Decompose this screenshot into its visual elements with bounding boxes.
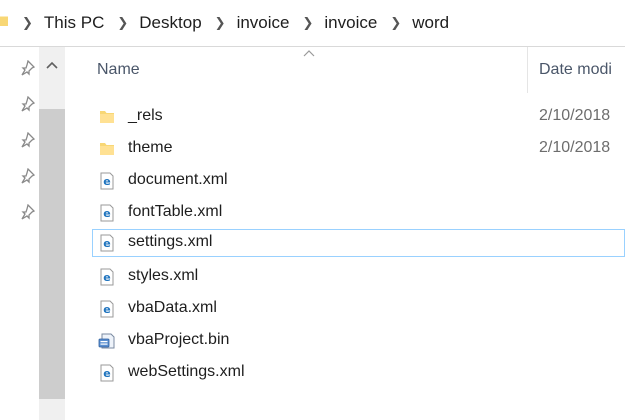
svg-text:e: e [103, 175, 110, 188]
file-name: theme [128, 139, 173, 156]
file-name: _rels [128, 107, 163, 124]
scroll-up-button[interactable] [39, 55, 65, 75]
file-row-settings-xml[interactable]: e settings.xml [92, 229, 625, 257]
file-row-vbadata-xml[interactable]: e vbaData.xml [92, 295, 625, 323]
svg-text:e: e [103, 271, 110, 284]
file-row-vbaproject-bin[interactable]: vbaProject.bin [92, 327, 625, 355]
file-row-rels[interactable]: _rels 2/10/2018 [92, 103, 625, 131]
file-name: webSettings.xml [128, 363, 245, 380]
svg-text:e: e [103, 367, 110, 380]
chevron-right-icon[interactable]: ❯ [302, 15, 313, 31]
folder-icon [100, 111, 114, 123]
file-row-theme[interactable]: theme 2/10/2018 [92, 135, 625, 163]
file-name: fontTable.xml [128, 203, 223, 220]
column-header-date-modified[interactable]: Date modi [539, 61, 612, 79]
bin-file-icon [98, 333, 115, 349]
breadcrumb-item-invoice[interactable]: invoice [237, 13, 290, 33]
file-list: Name Date modi _rels 2/10/2018 theme 2/1… [65, 47, 625, 420]
file-row-styles-xml[interactable]: e styles.xml [92, 263, 625, 291]
file-name: document.xml [128, 171, 228, 188]
pin-icon[interactable] [19, 96, 35, 112]
pin-icon[interactable] [19, 204, 35, 220]
file-name: vbaData.xml [128, 299, 217, 316]
sort-ascending-icon [303, 50, 315, 57]
xml-file-icon: e [100, 268, 114, 286]
svg-text:e: e [103, 303, 110, 316]
chevron-right-icon[interactable]: ❯ [117, 15, 128, 31]
breadcrumb-item-invoice-sub[interactable]: invoice [324, 13, 377, 33]
chevron-up-icon [46, 61, 58, 69]
file-date: 2/10/2018 [539, 139, 611, 156]
address-bar[interactable]: ❯ This PC ❯ Desktop ❯ invoice ❯ invoice … [0, 0, 625, 47]
file-row-fonttable-xml[interactable]: e fontTable.xml [92, 199, 625, 227]
breadcrumb-item-this-pc[interactable]: This PC [44, 13, 104, 33]
folder-icon [100, 143, 114, 155]
file-name: vbaProject.bin [128, 331, 230, 348]
xml-file-icon: e [100, 364, 114, 382]
file-date: 2/10/2018 [539, 107, 611, 124]
xml-file-icon: e [100, 172, 114, 190]
breadcrumb-item-desktop[interactable]: Desktop [139, 13, 201, 33]
file-row-websettings-xml[interactable]: e webSettings.xml [92, 359, 625, 387]
column-divider[interactable] [527, 47, 528, 93]
file-row-document-xml[interactable]: e document.xml [92, 167, 625, 195]
scroll-thumb[interactable] [39, 109, 65, 399]
chevron-right-icon[interactable]: ❯ [22, 15, 33, 31]
column-header-name[interactable]: Name [97, 61, 140, 79]
xml-file-icon: e [100, 204, 114, 222]
file-name: settings.xml [128, 233, 213, 250]
xml-file-icon: e [100, 300, 114, 318]
breadcrumb-item-word[interactable]: word [412, 13, 449, 33]
navigation-scrollbar[interactable] [39, 47, 65, 420]
pin-icon[interactable] [19, 60, 35, 76]
xml-file-icon: e [100, 234, 114, 252]
column-header-row: Name Date modi [65, 47, 625, 95]
breadcrumb: ❯ This PC ❯ Desktop ❯ invoice ❯ invoice … [22, 0, 462, 46]
folder-icon [0, 16, 8, 26]
file-name: styles.xml [128, 267, 199, 284]
svg-text:e: e [103, 237, 110, 250]
pin-icon[interactable] [19, 168, 35, 184]
chevron-right-icon[interactable]: ❯ [215, 15, 226, 31]
pin-icon[interactable] [19, 132, 35, 148]
chevron-right-icon[interactable]: ❯ [390, 15, 401, 31]
svg-text:e: e [103, 207, 110, 220]
